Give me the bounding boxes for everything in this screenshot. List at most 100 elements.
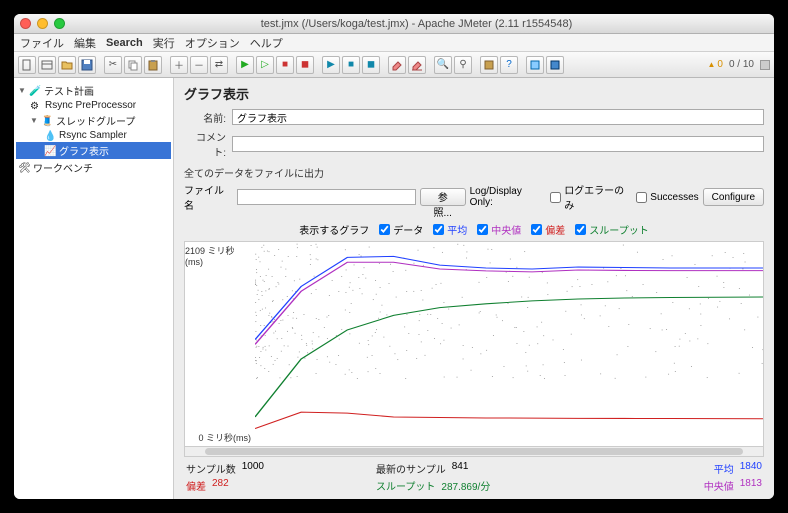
legend-data-checkbox[interactable]: データ [379, 222, 423, 237]
expand-button[interactable]: ＋ [170, 56, 188, 74]
graph-legend: 表示するグラフ データ 平均 中央値 偏差 スループット [174, 218, 774, 241]
workbench-icon: 🛠 [18, 163, 30, 173]
tree-label: グラフ表示 [59, 143, 109, 158]
tree-label: Rsync PreProcessor [45, 100, 136, 111]
open-button[interactable] [58, 56, 76, 74]
tool-extra-1[interactable] [526, 56, 544, 74]
thr-label: スループット [376, 478, 435, 493]
clear-button[interactable] [388, 56, 406, 74]
spool-icon: 🧵 [41, 116, 53, 126]
cut-button[interactable]: ✂ [104, 56, 122, 74]
clear-all-button[interactable] [408, 56, 426, 74]
tool-extra-2[interactable] [546, 56, 564, 74]
stats-panel: サンプル数 1000 最新のサンプル 841 平均 1840 偏差 282 スループット… [174, 457, 774, 499]
shutdown-button[interactable]: ◼ [296, 56, 314, 74]
remote-shutdown-button[interactable]: ◼ [362, 56, 380, 74]
menu-help[interactable]: ヘルプ [250, 35, 283, 51]
tree-label: テスト計画 [44, 83, 94, 98]
test-plan-tree[interactable]: ▼🧪テスト計画 ⚙Rsync PreProcessor ▼🧵スレッドグループ 💧… [14, 78, 174, 499]
graph-plot: 2109 ミリ秒(ms) 0 ミリ秒(ms) [184, 241, 764, 447]
configure-button[interactable]: Configure [703, 188, 764, 206]
filename-input[interactable] [237, 189, 416, 205]
latest-value: 841 [452, 461, 469, 476]
reset-search-button[interactable]: ⚲ [454, 56, 472, 74]
med-value: 1813 [740, 478, 762, 493]
panel-title: グラフ表示 [174, 78, 774, 107]
search-button[interactable]: 🔍 [434, 56, 452, 74]
latest-label: 最新のサンプル [376, 461, 446, 476]
remote-start-button[interactable]: ▶ [322, 56, 340, 74]
dev-value: 282 [212, 478, 229, 493]
filename-label: ファイル名 [184, 182, 233, 212]
minimize-icon[interactable] [37, 18, 48, 29]
avg-value: 1840 [740, 461, 762, 476]
remote-stop-button[interactable]: ■ [342, 56, 360, 74]
tree-label: Rsync Sampler [59, 130, 127, 141]
yaxis-top-label: 2109 ミリ秒(ms) [185, 244, 251, 267]
tree-label: スレッドグループ [56, 113, 135, 128]
legend-dev-checkbox[interactable]: 偏差 [531, 222, 565, 237]
beaker-icon: 🧪 [29, 86, 41, 96]
samples-value: 1000 [242, 461, 264, 476]
status-indicator-icon [760, 60, 770, 70]
tree-graph-results[interactable]: 📈グラフ表示 [16, 142, 171, 159]
app-window: test.jmx (/Users/koga/test.jmx) - Apache… [14, 14, 774, 499]
stop-button[interactable]: ■ [276, 56, 294, 74]
name-label: 名前: [184, 110, 226, 125]
thread-counter: 0 / 10 [729, 59, 754, 70]
help-button[interactable]: ? [500, 56, 518, 74]
main-panel: グラフ表示 名前: コメント: 全てのデータをファイルに出力 ファイル名 参照.… [174, 78, 774, 499]
warning-count[interactable]: 0 [707, 59, 722, 70]
tree-thread-group[interactable]: ▼🧵スレッドグループ [16, 112, 171, 129]
logdisplay-label: Log/Display Only: [470, 186, 547, 208]
copy-button[interactable] [124, 56, 142, 74]
tree-preprocessor[interactable]: ⚙Rsync PreProcessor [16, 99, 171, 112]
pipette-icon: 💧 [44, 131, 56, 141]
legend-avg-checkbox[interactable]: 平均 [433, 222, 467, 237]
yaxis-bottom-label: 0 ミリ秒(ms) [199, 431, 252, 444]
legend-median-checkbox[interactable]: 中央値 [477, 222, 521, 237]
tree-test-plan[interactable]: ▼🧪テスト計画 [16, 82, 171, 99]
avg-label: 平均 [714, 461, 734, 476]
successes-checkbox[interactable]: Successes [636, 192, 698, 203]
new-button[interactable] [18, 56, 36, 74]
med-label: 中央値 [704, 478, 734, 493]
tree-label: ワークベンチ [33, 160, 93, 175]
samples-label: サンプル数 [186, 461, 236, 476]
dev-label: 偏差 [186, 478, 206, 493]
tree-workbench[interactable]: 🛠ワークベンチ [16, 159, 171, 176]
plot-canvas [255, 242, 763, 446]
gear-icon: ⚙ [30, 101, 42, 111]
menu-search[interactable]: Search [106, 37, 143, 49]
menu-run[interactable]: 実行 [153, 35, 175, 51]
save-button[interactable] [78, 56, 96, 74]
comment-label: コメント: [184, 129, 226, 159]
tree-sampler[interactable]: 💧Rsync Sampler [16, 129, 171, 142]
name-input[interactable] [232, 109, 764, 125]
templates-button[interactable] [38, 56, 56, 74]
file-section-label: 全てのデータをファイルに出力 [174, 161, 774, 180]
chart-icon: 📈 [44, 146, 56, 156]
menu-options[interactable]: オプション [185, 35, 240, 51]
function-helper-button[interactable] [480, 56, 498, 74]
menubar: ファイル 編集 Search 実行 オプション ヘルプ [14, 34, 774, 52]
titlebar: test.jmx (/Users/koga/test.jmx) - Apache… [14, 14, 774, 34]
start-button[interactable]: ▶ [236, 56, 254, 74]
window-title: test.jmx (/Users/koga/test.jmx) - Apache… [65, 18, 768, 30]
menu-edit[interactable]: 編集 [74, 35, 96, 51]
toggle-button[interactable]: ⇄ [210, 56, 228, 74]
paste-button[interactable] [144, 56, 162, 74]
thr-value: 287.869/分 [441, 478, 490, 493]
horizontal-scrollbar[interactable] [184, 447, 764, 457]
start-noTimers-button[interactable]: ▷ [256, 56, 274, 74]
close-icon[interactable] [20, 18, 31, 29]
zoom-icon[interactable] [54, 18, 65, 29]
menu-file[interactable]: ファイル [20, 35, 64, 51]
toolbar: ✂ ＋ － ⇄ ▶ ▷ ■ ◼ ▶ ■ ◼ 🔍 ⚲ ? [14, 52, 774, 78]
comment-input[interactable] [232, 136, 764, 152]
legend-title: 表示するグラフ [299, 222, 369, 237]
collapse-button[interactable]: － [190, 56, 208, 74]
browse-button[interactable]: 参照... [420, 188, 466, 206]
legend-throughput-checkbox[interactable]: スループット [575, 222, 648, 237]
errors-only-checkbox[interactable]: ログエラーのみ [550, 182, 632, 212]
